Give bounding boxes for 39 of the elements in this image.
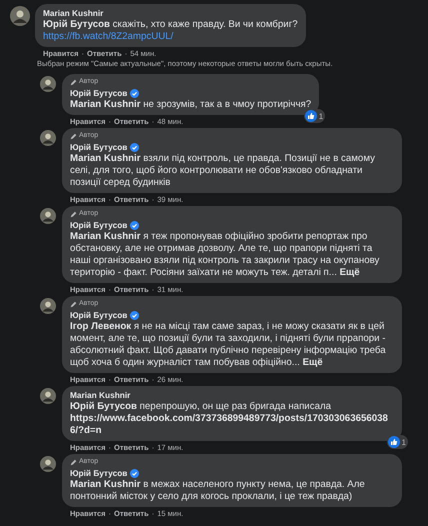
comment-text: Marian Kushnir не зрозумів, так а в чмоу протиріччя? [70, 99, 312, 111]
comment-link[interactable]: https://www.facebook.com/373736899489773/posts/1703030636560386/?d=n [70, 413, 394, 437]
comment-text: Юрій Бутусов скажіть, хто каже правду. Ви чи комбриг? [43, 19, 298, 31]
verified-icon [130, 142, 140, 152]
like-icon [304, 110, 317, 122]
verified-icon [130, 310, 140, 320]
author-name[interactable]: Юрій Бутусов [70, 219, 128, 231]
avatar[interactable] [40, 208, 56, 224]
verified-icon [130, 88, 140, 98]
see-more-link[interactable]: Ещё [302, 357, 323, 368]
comment-text: Ігор Левенок я не на місці там саме зараз, і не можу сказати як в цей момент, але те, що позиції були та заходили, і підняті були пррапори - абсолютний факт. Щоб давати публічно перевірену інформацію треба щоб хоча б один журналіст там побував офіційно... Ещё [70, 321, 387, 369]
author-name[interactable]: Юрій Бутусов [70, 467, 128, 479]
reaction-count[interactable]: 1 [386, 435, 408, 449]
author-name[interactable]: Юрій Бутусов [70, 87, 128, 99]
pencil-icon [70, 210, 77, 218]
pencil-icon [70, 300, 77, 308]
avatar[interactable] [10, 6, 30, 26]
pencil-icon [70, 78, 77, 86]
pencil-icon [70, 458, 77, 466]
comment-text: Marian Kushnir в межах населеного пункту нема, це правда. Але понтонний місток у село для когось проклали, і це теж правда) [70, 479, 366, 503]
avatar[interactable] [40, 298, 56, 314]
pencil-icon [70, 132, 77, 140]
comment-text: Юрій Бутусов перепрошую, он ще раз бригада написала [70, 401, 332, 413]
like-icon [388, 436, 400, 448]
comment-link[interactable]: https://fb.watch/8Z2ampcUUL/ [43, 31, 298, 43]
author-name[interactable]: Юрій Бутусов [70, 309, 128, 321]
avatar[interactable] [40, 388, 56, 404]
avatar[interactable] [40, 76, 56, 92]
author-name[interactable]: Юрій Бутусов [70, 141, 128, 153]
avatar[interactable] [40, 130, 56, 146]
author-name[interactable]: Marian Kushnir [70, 389, 130, 401]
verified-icon [130, 468, 140, 478]
see-more-link[interactable]: Ещё [340, 267, 360, 278]
author-name[interactable]: Marian Kushnir [43, 7, 104, 19]
avatar[interactable] [40, 456, 56, 472]
reaction-count[interactable]: 1 [304, 109, 326, 123]
comment-text: Marian Kushnir я теж пропонував офіційно зробити репортаж про обстановку, але не отримав дозволу. Але те, що прапори підняті та наші організовано взяли під контроль та закрили трасу на окупанову територію - факт. Росіяни заїхати не можуть теж. деталі п... Ещё [70, 231, 380, 279]
verified-icon [130, 220, 140, 230]
comment-text: Marian Kushnir взяли під контроль, це правда. Позиції не в самому селі, для того, щоб його контролювати не обов'язково обладнати позиції серед будинків [70, 153, 376, 189]
